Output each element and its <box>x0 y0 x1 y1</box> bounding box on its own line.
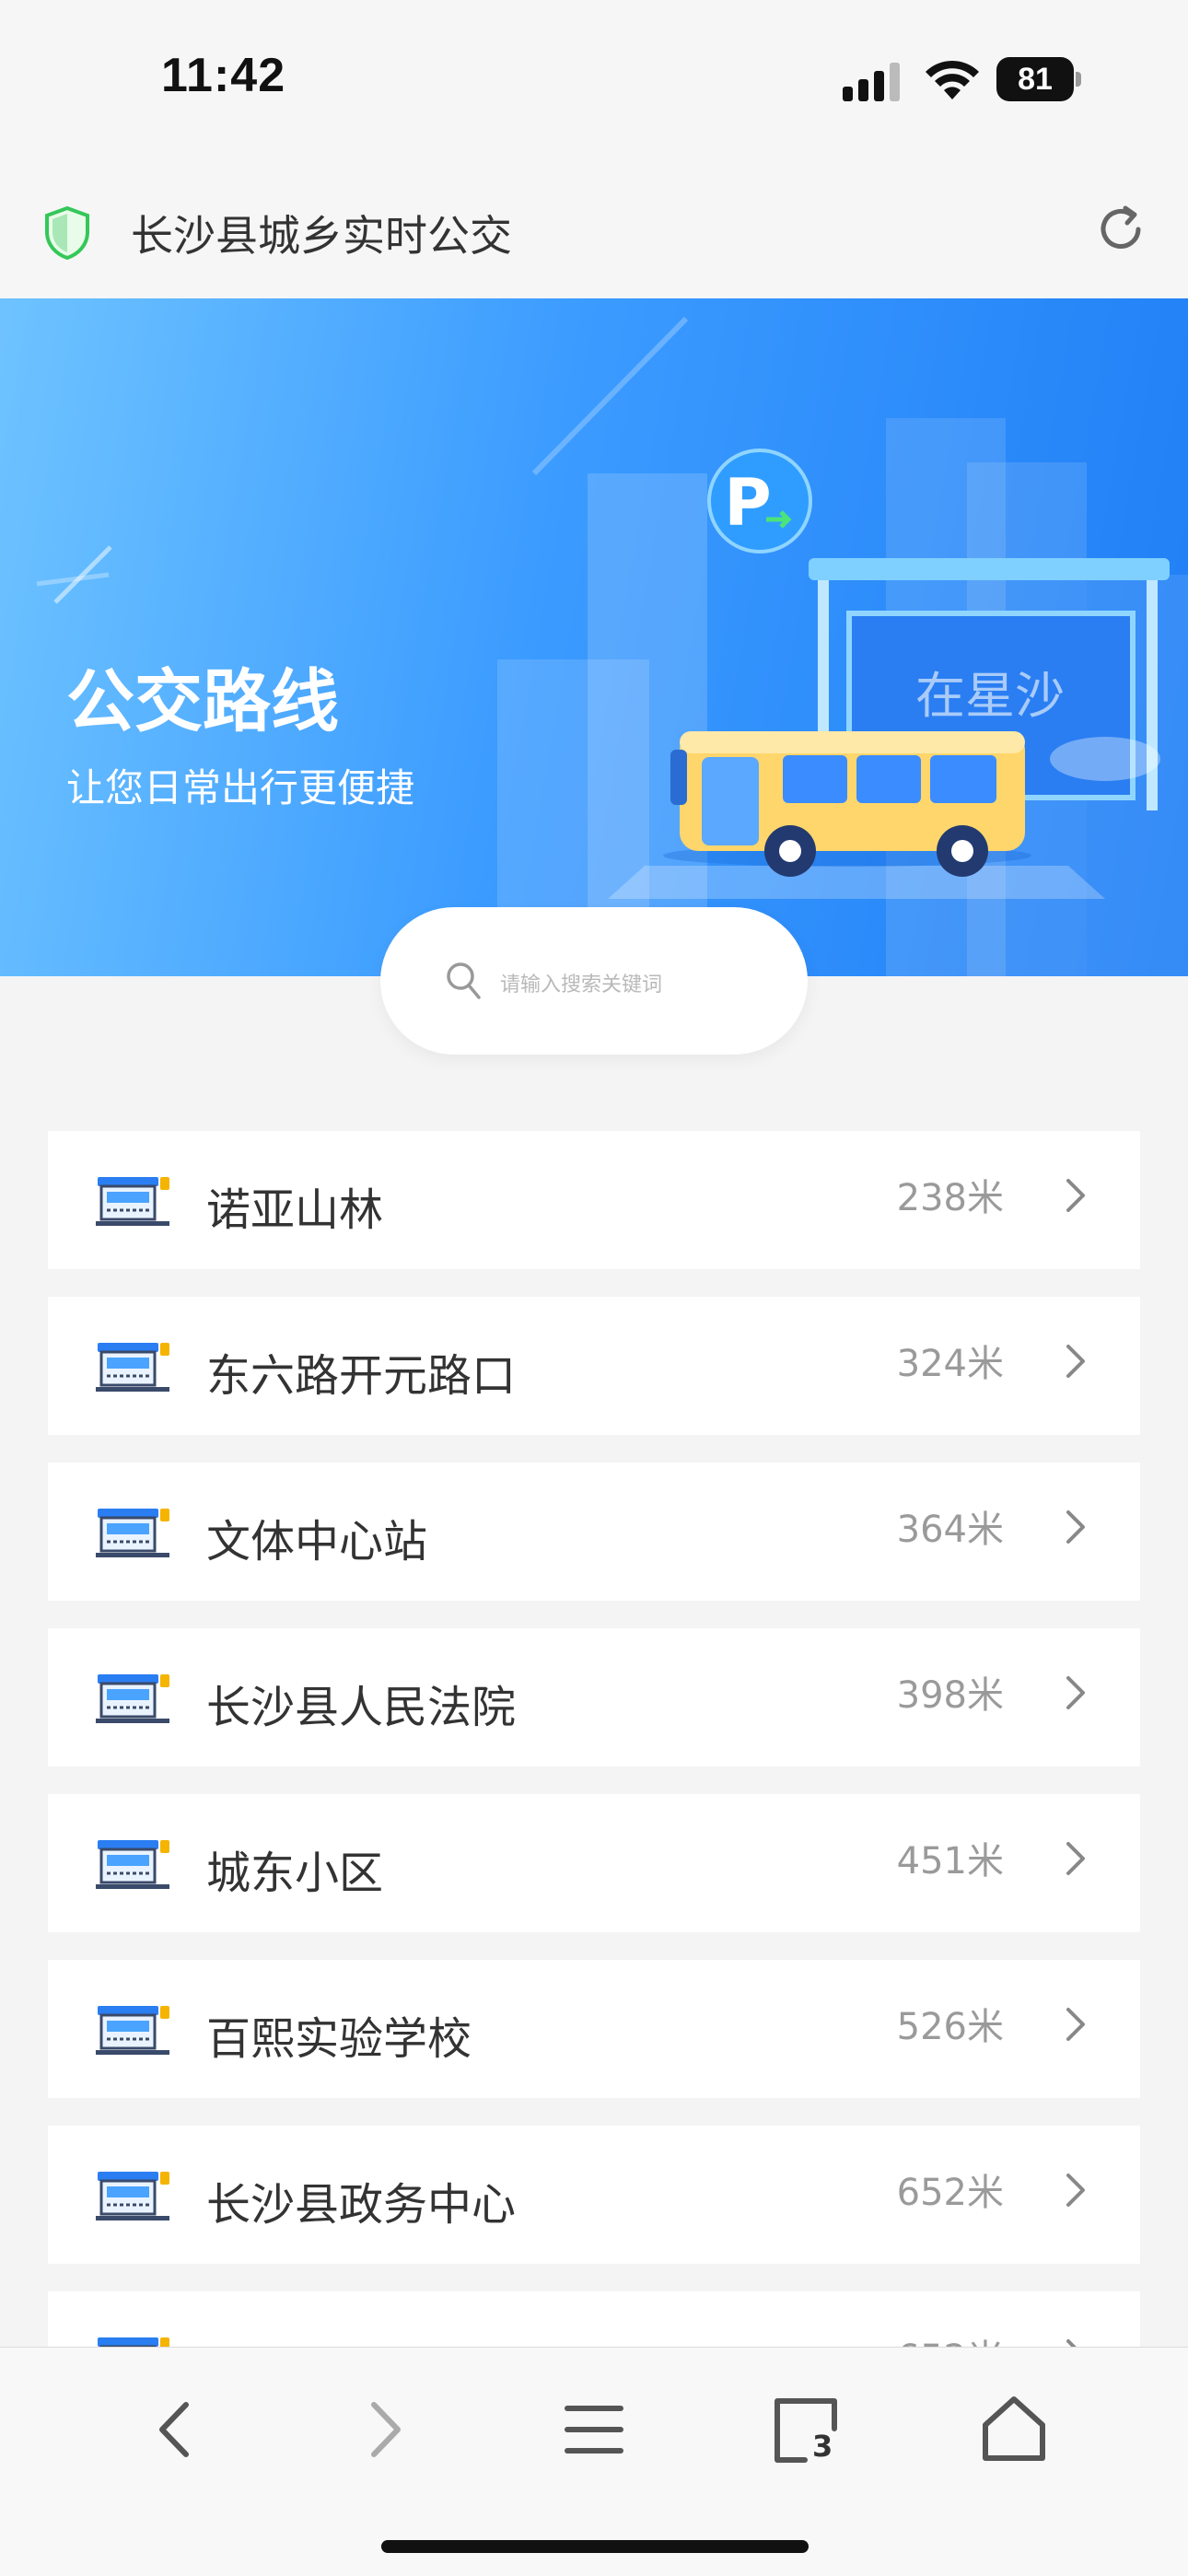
bus-stop-icon <box>96 1177 169 1226</box>
station-item[interactable]: 诺亚山林 238米 <box>48 1131 1140 1269</box>
tab-count: 3 <box>812 2429 833 2464</box>
search-box[interactable]: 请输入搜索关键词 <box>380 907 808 1055</box>
banner-title: 公交路线 <box>66 662 339 741</box>
search-input[interactable]: 请输入搜索关键词 <box>500 968 662 997</box>
station-item[interactable]: 长沙县政务中心 652米 <box>48 2126 1140 2264</box>
station-name: 城东小区 <box>206 1847 384 1899</box>
station-distance: 238米 <box>896 1177 1004 1219</box>
station-distance: 526米 <box>896 2006 1004 2048</box>
bus-stop-icon <box>96 1343 169 1392</box>
home-indicator <box>381 2540 809 2553</box>
chevron-right-icon <box>1066 1842 1085 1875</box>
status-bar: 11:42 81 <box>0 0 1188 157</box>
chevron-right-icon <box>1066 2008 1085 2041</box>
station-item[interactable]: 文体中心站 364米 <box>48 1463 1140 1601</box>
shelter-sign-text: 在星沙 <box>915 667 1065 725</box>
bus-station-illustration: 在星沙 P <box>36 316 1188 976</box>
battery-level: 81 <box>996 57 1074 101</box>
reload-icon[interactable] <box>1094 203 1147 256</box>
menu-button[interactable] <box>553 2388 635 2471</box>
home-icon <box>983 2396 1045 2461</box>
chevron-right-icon <box>1066 1179 1085 1212</box>
parking-letter: P <box>724 465 771 541</box>
tabs-button[interactable]: 3 <box>764 2388 847 2471</box>
station-name: 长沙县政务中心 <box>206 2179 517 2231</box>
home-button[interactable] <box>973 2388 1055 2471</box>
app-header: 长沙县城乡实时公交 <box>0 157 1188 298</box>
battery-tip <box>1076 72 1081 87</box>
forward-button[interactable] <box>343 2388 425 2471</box>
forward-icon <box>371 2402 401 2457</box>
bus-stop-icon <box>96 2006 169 2055</box>
station-item[interactable]: 百熙实验学校 526米 <box>48 1960 1140 2098</box>
battery-indicator: 81 <box>996 57 1081 101</box>
station-distance: 324米 <box>896 1343 1004 1385</box>
station-name: 东六路开元路口 <box>206 1350 517 1402</box>
bus-stop-icon <box>96 1509 169 1557</box>
station-item[interactable]: 东六路开元路口 324米 <box>48 1297 1140 1435</box>
station-name: 诺亚山林 <box>206 1184 384 1236</box>
tabs-icon <box>775 2398 837 2463</box>
station-distance: 451米 <box>896 1840 1004 1882</box>
cellular-signal-icon <box>843 63 900 101</box>
chevron-right-icon <box>1066 1345 1085 1378</box>
shield-icon <box>45 206 89 260</box>
bus-stop-icon <box>96 1674 169 1723</box>
station-name: 文体中心站 <box>206 1516 428 1568</box>
station-distance: 398米 <box>896 1674 1004 1717</box>
bus-stop-icon <box>96 1840 169 1889</box>
chevron-right-icon <box>1066 1676 1085 1709</box>
station-distance: 364米 <box>896 1509 1004 1551</box>
banner-subtitle: 让您日常出行更便捷 <box>66 765 415 810</box>
status-time: 11:42 <box>161 49 286 102</box>
station-distance: 652米 <box>896 2172 1004 2214</box>
station-name: 长沙县人民法院 <box>206 1682 517 1733</box>
station-name: 百熙实验学校 <box>206 2013 472 2065</box>
chevron-right-icon <box>1066 1510 1085 1544</box>
menu-icon <box>565 2406 623 2454</box>
bus-stop-icon <box>96 2172 169 2220</box>
wifi-icon <box>926 60 979 99</box>
hero-banner: 在星沙 P 公交路线 让您日常出行更便捷 <box>0 298 1188 976</box>
page-title: 长沙县城乡实时公交 <box>131 211 512 261</box>
chevron-right-icon <box>1066 2174 1085 2207</box>
station-item[interactable]: 长沙县人民法院 398米 <box>48 1628 1140 1766</box>
back-icon <box>159 2402 189 2457</box>
back-button[interactable] <box>134 2388 217 2471</box>
station-list: 诺亚山林 238米东六路开元路口 324米文体中心站 364米长沙县人民法院 398米城… <box>48 1131 1140 2457</box>
station-item[interactable]: 城东小区 451米 <box>48 1794 1140 1932</box>
search-icon <box>447 962 481 999</box>
